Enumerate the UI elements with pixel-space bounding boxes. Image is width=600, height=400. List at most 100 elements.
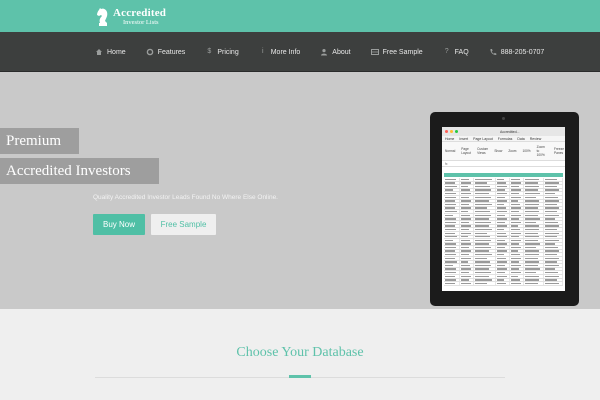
- nav-item-free-sample[interactable]: Free Sample: [370, 48, 423, 56]
- table-cell: [544, 253, 563, 257]
- table-cell: [444, 260, 460, 264]
- table-cell: [460, 185, 474, 188]
- spreadsheet-doc-title: Accredited...: [500, 129, 520, 134]
- spreadsheet-grid: [444, 173, 563, 286]
- table-cell: [524, 192, 544, 195]
- table-cell: [444, 195, 460, 199]
- nav-item-faq[interactable]: ? FAQ: [443, 48, 469, 56]
- gear-icon: [146, 48, 154, 56]
- table-cell: [544, 282, 563, 285]
- table-cell: [510, 257, 524, 260]
- table-cell: [510, 217, 524, 221]
- table-cell: [496, 278, 510, 282]
- table-cell: [510, 181, 524, 185]
- menu-item: Formulas: [497, 136, 513, 141]
- nav-item-phone[interactable]: 888-205-0707: [489, 48, 544, 56]
- table-cell: [474, 188, 496, 192]
- table-cell: [460, 224, 474, 228]
- table-cell: [474, 242, 496, 246]
- table-cell: [444, 228, 460, 231]
- table-cell: [544, 271, 563, 275]
- table-cell: [474, 246, 496, 249]
- table-cell: [444, 264, 460, 267]
- free-sample-button[interactable]: Free Sample: [151, 214, 216, 235]
- table-cell: [496, 246, 510, 249]
- table-cell: [496, 257, 510, 260]
- table-cell: [544, 195, 563, 199]
- table-cell: [474, 228, 496, 231]
- table-cell: [496, 185, 510, 188]
- table-cell: [496, 260, 510, 264]
- table-cell: [496, 275, 510, 278]
- table-row: [444, 282, 563, 286]
- table-cell: [444, 185, 460, 188]
- table-cell: [460, 210, 474, 213]
- table-cell: [460, 264, 474, 267]
- table-cell: [444, 192, 460, 195]
- table-cell: [474, 239, 496, 242]
- nav-label: Pricing: [217, 48, 239, 56]
- table-cell: [460, 213, 474, 217]
- table-cell: [474, 217, 496, 221]
- table-cell: [524, 195, 544, 199]
- ribbon-item: Show: [494, 149, 503, 153]
- table-cell: [544, 278, 563, 282]
- ribbon-item: Zoom to 100%: [536, 145, 545, 157]
- table-cell: [474, 275, 496, 278]
- table-cell: [524, 206, 544, 210]
- table-cell: [474, 203, 496, 206]
- table-cell: [544, 235, 563, 239]
- table-cell: [510, 260, 524, 264]
- nav-item-pricing[interactable]: $ Pricing: [205, 48, 238, 56]
- table-cell: [524, 267, 544, 271]
- table-cell: [524, 264, 544, 267]
- ribbon-item: Zoom: [508, 149, 517, 153]
- table-cell: [524, 271, 544, 275]
- table-cell: [496, 199, 510, 203]
- table-cell: [510, 253, 524, 257]
- table-cell: [510, 192, 524, 195]
- table-cell: [524, 242, 544, 246]
- table-cell: [544, 275, 563, 278]
- table-cell: [544, 224, 563, 228]
- nav-item-home[interactable]: Home: [95, 48, 126, 56]
- table-cell: [444, 178, 460, 181]
- table-cell: [496, 192, 510, 195]
- table-cell: [544, 239, 563, 242]
- table-cell: [544, 192, 563, 195]
- table-cell: [460, 203, 474, 206]
- table-cell: [444, 278, 460, 282]
- table-cell: [524, 231, 544, 235]
- spreadsheet-ribbon: Normal Page Layout Custom Views Show Zoo…: [442, 142, 565, 161]
- table-cell: [444, 203, 460, 206]
- table-cell: [544, 217, 563, 221]
- nav-label: Home: [107, 48, 126, 56]
- buy-now-button[interactable]: Buy Now: [93, 214, 145, 235]
- brand-logo[interactable]: Accredited Investor Lists: [96, 6, 166, 28]
- table-cell: [510, 188, 524, 192]
- brand-tagline: Investor Lists: [123, 18, 159, 26]
- knight-icon: [96, 7, 110, 27]
- menu-item: Insert: [459, 136, 469, 141]
- table-cell: [444, 282, 460, 285]
- nav-item-about[interactable]: About: [320, 48, 351, 56]
- table-cell: [524, 213, 544, 217]
- table-cell: [474, 178, 496, 181]
- table-cell: [510, 203, 524, 206]
- table-cell: [510, 246, 524, 249]
- table-cell: [524, 221, 544, 224]
- table-cell: [510, 235, 524, 239]
- table-cell: [444, 275, 460, 278]
- nav-item-more-info[interactable]: i More Info: [259, 48, 300, 56]
- table-cell: [460, 275, 474, 278]
- table-cell: [510, 231, 524, 235]
- table-cell: [460, 242, 474, 246]
- section-title: Choose Your Database: [236, 345, 364, 360]
- table-cell: [444, 271, 460, 275]
- table-cell: [444, 253, 460, 257]
- table-cell: [496, 203, 510, 206]
- table-cell: [544, 249, 563, 253]
- nav-item-features[interactable]: Features: [146, 48, 185, 56]
- table-cell: [444, 246, 460, 249]
- table-cell: [524, 278, 544, 282]
